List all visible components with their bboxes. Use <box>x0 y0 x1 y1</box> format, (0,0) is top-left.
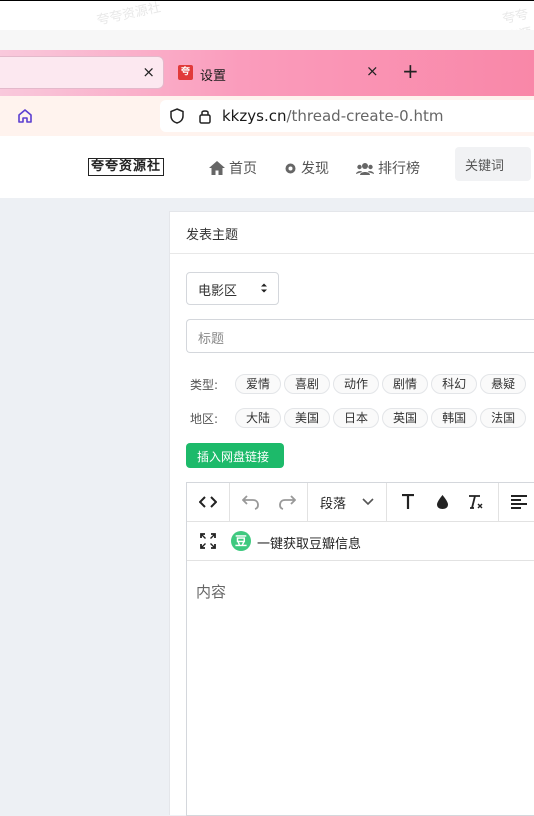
toolbar-divider <box>386 483 387 521</box>
nav-discover[interactable]: 发现 <box>284 158 329 178</box>
site-favicon-icon: 夸 <box>178 65 193 80</box>
clear-format-icon <box>469 495 483 509</box>
region-tag[interactable]: 日本 <box>333 408 380 428</box>
editor-toolbar: 段落 <box>187 483 534 522</box>
chevron-down-icon <box>362 498 374 506</box>
users-icon <box>356 162 374 175</box>
nav-label: 排行榜 <box>378 161 420 177</box>
watermark: 夸夸资源社 <box>95 0 163 29</box>
type-tag[interactable]: 悬疑 <box>480 374 527 394</box>
code-icon <box>199 496 217 508</box>
shield-icon[interactable] <box>168 107 186 125</box>
insert-netdisk-link-button[interactable]: 插入网盘链接 <box>186 443 284 468</box>
toolbar-divider <box>498 483 499 521</box>
region-tag[interactable]: 英国 <box>382 408 429 428</box>
undo-button[interactable] <box>237 483 265 521</box>
close-icon[interactable]: × <box>142 63 155 81</box>
lock-icon[interactable] <box>196 107 214 125</box>
align-left-button[interactable] <box>505 483 533 521</box>
region-tag[interactable]: 大陆 <box>235 408 282 428</box>
type-label: 类型: <box>190 377 219 392</box>
text-color-button[interactable] <box>429 483 455 521</box>
site-header: 夸夸资源社 首页 发现 排行榜 关键词 <box>0 136 534 198</box>
align-left-icon <box>511 495 527 509</box>
address-field[interactable]: kkzys.cn/thread-create-0.htm <box>160 100 534 132</box>
douban-icon[interactable]: 豆 <box>231 531 251 551</box>
type-tag[interactable]: 喜剧 <box>284 374 331 394</box>
tab-bar: × 夸 设置 × + <box>0 50 534 96</box>
region-tag-row: 地区: 大陆 美国 日本 英国 韩国 法国 <box>190 408 529 428</box>
gear-icon <box>285 163 296 173</box>
code-view-button[interactable] <box>187 483 229 521</box>
content-placeholder[interactable]: 内容 <box>196 581 226 602</box>
category-select[interactable]: 电影区 <box>186 272 279 305</box>
region-label: 地区: <box>190 411 219 426</box>
text-icon <box>402 494 414 509</box>
region-tag[interactable]: 法国 <box>480 408 527 428</box>
paragraph-format-select[interactable]: 段落 <box>308 483 386 521</box>
home-icon <box>209 161 225 175</box>
rich-text-editor: 段落 豆 一键获取豆瓣信息 内容 <box>186 482 534 816</box>
search-input[interactable]: 关键词 <box>455 147 531 181</box>
redo-button[interactable] <box>273 483 301 521</box>
url-bar: kkzys.cn/thread-create-0.htm <box>0 96 534 136</box>
url-text: kkzys.cn/thread-create-0.htm <box>222 107 443 125</box>
editor-toolbar-secondary: 豆 一键获取豆瓣信息 <box>187 522 534 561</box>
fullscreen-icon <box>200 533 216 549</box>
top-strip: 夸夸资源社 夸夸资源社 <box>0 0 534 64</box>
sort-arrows-icon <box>261 283 267 293</box>
undo-icon <box>242 495 259 510</box>
nav-label: 发现 <box>301 161 329 177</box>
toolbar-divider <box>229 483 230 521</box>
type-tag[interactable]: 爱情 <box>235 374 282 394</box>
tab-settings[interactable]: 夸 设置 × <box>170 56 390 89</box>
tab-title: 设置 <box>200 69 227 84</box>
window-band <box>0 30 534 50</box>
new-tab-button[interactable]: + <box>402 59 419 83</box>
type-tag[interactable]: 科幻 <box>431 374 478 394</box>
redo-icon <box>279 495 296 510</box>
card-title: 发表主题 <box>170 212 534 254</box>
category-select-value: 电影区 <box>198 284 238 299</box>
region-tag[interactable]: 美国 <box>284 408 331 428</box>
paragraph-select-value: 段落 <box>319 496 346 512</box>
site-logo[interactable]: 夸夸资源社 <box>88 158 165 176</box>
close-icon[interactable]: × <box>366 62 379 80</box>
clear-format-button[interactable] <box>463 483 489 521</box>
droplet-icon <box>436 495 448 509</box>
title-input[interactable]: 标题 <box>186 319 534 353</box>
nav-home[interactable]: 首页 <box>209 158 257 178</box>
type-tag-row: 类型: 爱情 喜剧 动作 剧情 科幻 悬疑 <box>190 374 529 394</box>
url-domain: kkzys.cn <box>222 107 287 125</box>
tab-inactive[interactable]: × <box>0 56 164 89</box>
nav-ranking[interactable]: 排行榜 <box>356 158 420 178</box>
region-tag[interactable]: 韩国 <box>431 408 478 428</box>
nav-label: 首页 <box>229 161 257 177</box>
fullscreen-button[interactable] <box>195 522 221 560</box>
home-icon[interactable] <box>16 107 34 125</box>
text-style-button[interactable] <box>395 483 421 521</box>
type-tag[interactable]: 剧情 <box>382 374 429 394</box>
post-form-card: 发表主题 电影区 标题 类型: 爱情 喜剧 动作 剧情 科幻 悬疑 地区: 大陆… <box>169 211 534 816</box>
type-tag[interactable]: 动作 <box>333 374 380 394</box>
url-path: /thread-create-0.htm <box>286 107 444 125</box>
douban-fetch-button[interactable]: 一键获取豆瓣信息 <box>257 533 361 552</box>
